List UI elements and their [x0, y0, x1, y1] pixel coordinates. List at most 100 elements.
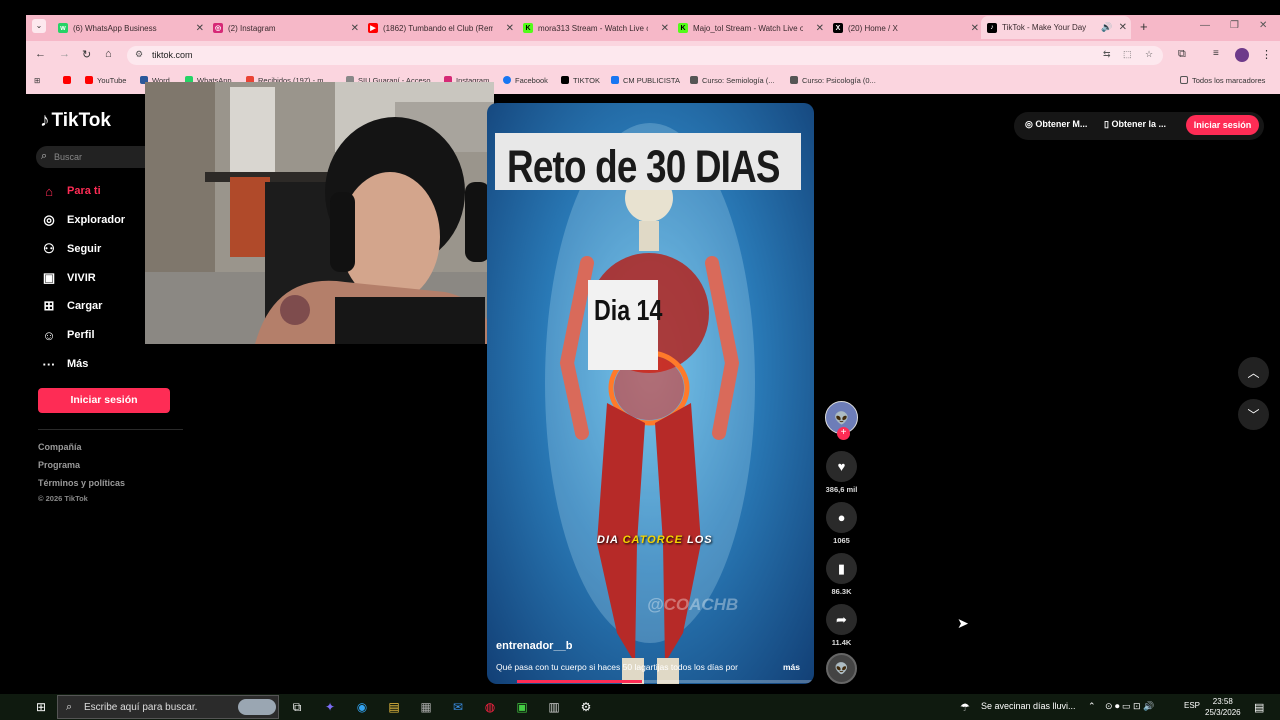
- top-login-button[interactable]: Iniciar sesión: [1186, 115, 1259, 135]
- sidebar-item-seguir[interactable]: ⚇ Seguir: [41, 241, 101, 257]
- sidebar-item-mas[interactable]: ··· Más: [41, 356, 89, 372]
- video-username[interactable]: entrenador__b: [496, 640, 572, 652]
- creator-avatar[interactable]: 👽 +: [825, 401, 858, 440]
- video-player[interactable]: Reto de 30 DIAS Dia 14 DIA CATORCE LOS @…: [487, 103, 814, 684]
- bookmark-facebook[interactable]: Facebook: [503, 74, 548, 86]
- star-icon[interactable]: ☆: [1145, 49, 1153, 60]
- mail-icon[interactable]: ✉: [448, 697, 468, 717]
- close-icon[interactable]: ✕: [1119, 22, 1127, 33]
- window-close-button[interactable]: ✕: [1259, 20, 1267, 31]
- video-progress-bar[interactable]: [517, 680, 814, 683]
- windows-start-icon[interactable]: ⊞: [31, 697, 51, 717]
- task-view-icon[interactable]: ⧉: [287, 697, 307, 717]
- profile-avatar[interactable]: [1235, 48, 1249, 62]
- new-tab-button[interactable]: +: [1140, 19, 1148, 34]
- app-icon[interactable]: ▣: [512, 697, 532, 717]
- left-black-band: [0, 0, 26, 694]
- tiktok-logo[interactable]: ♪ TikTok: [40, 110, 111, 132]
- next-video-button[interactable]: ﹀: [1238, 399, 1269, 430]
- like-action[interactable]: ♥ 386,6 mil: [826, 451, 857, 494]
- comment-action[interactable]: ● 1065: [826, 502, 857, 545]
- footer-link-programa[interactable]: Programa: [38, 460, 80, 470]
- sidebar-item-para-ti[interactable]: ⌂ Para ti: [41, 183, 101, 199]
- copilot-icon[interactable]: ✦: [320, 697, 340, 717]
- sidebar-item-perfil[interactable]: ☺ Perfil: [41, 327, 94, 343]
- audio-icon[interactable]: 🔊: [1101, 22, 1112, 33]
- bookmark-psicologia[interactable]: Curso: Psicología (0...: [790, 74, 876, 86]
- address-bar[interactable]: ⚙ tiktok.com ⇆ ⬚ ☆: [127, 46, 1163, 65]
- bookmark-semiologia[interactable]: Curso: Semiología (...: [690, 74, 775, 86]
- back-button[interactable]: ←: [35, 48, 46, 60]
- extensions-icon[interactable]: ⧉: [1178, 48, 1186, 61]
- previous-video-button[interactable]: ︿: [1238, 357, 1269, 388]
- install-app-icon[interactable]: ⬚: [1123, 49, 1132, 60]
- weather-icon[interactable]: ☂: [960, 701, 970, 714]
- bookmark-youtube[interactable]: YouTube: [85, 74, 126, 86]
- minimize-button[interactable]: —: [1200, 20, 1210, 31]
- notepad-icon[interactable]: ▥: [544, 697, 564, 717]
- tab-youtube[interactable]: ▶ (1862) Tumbando el Club (Remi ✕: [368, 18, 514, 38]
- video-more-link[interactable]: más: [783, 662, 800, 672]
- chrome-icon[interactable]: ◍: [480, 697, 500, 717]
- translate-icon[interactable]: ⇆: [1103, 49, 1111, 60]
- tab-x[interactable]: X (20) Home / X ✕: [833, 18, 979, 38]
- settings-icon[interactable]: ⚙: [576, 697, 596, 717]
- bookmark-cm-publicista[interactable]: CM PUBLICISTA: [611, 74, 680, 86]
- store-icon[interactable]: ▦: [416, 697, 436, 717]
- webcam-image: [145, 82, 494, 344]
- tray-chevron-icon[interactable]: ⌃: [1088, 701, 1096, 712]
- bookmark-action[interactable]: ▮ 86.3K: [826, 553, 857, 596]
- tab-whatsapp[interactable]: w (6) WhatsApp Business ✕: [58, 18, 204, 38]
- close-icon[interactable]: ✕: [196, 23, 204, 34]
- heart-icon[interactable]: ♥: [826, 451, 857, 482]
- share-icon[interactable]: ➦: [826, 604, 857, 635]
- tab-instagram[interactable]: ◎ (2) Instagram ✕: [213, 18, 359, 38]
- edge-icon[interactable]: ◉: [352, 697, 372, 717]
- reload-button[interactable]: ↻: [82, 48, 91, 61]
- tab-kick-mora[interactable]: K mora313 Stream - Watch Live o ✕: [523, 18, 669, 38]
- footer-link-compania[interactable]: Compañía: [38, 442, 82, 452]
- sidebar-item-cargar[interactable]: ⊞ Cargar: [41, 298, 103, 314]
- follow-plus-button[interactable]: +: [837, 427, 850, 440]
- tiktok-icon: ♪: [987, 22, 997, 33]
- taskbar-search[interactable]: ⌕ Escribe aquí para buscar.: [57, 695, 279, 719]
- media-icon[interactable]: ≡: [1213, 48, 1219, 59]
- bookmark-tiktok[interactable]: TIKTOK: [561, 74, 600, 86]
- music-disc-icon[interactable]: 👽: [826, 653, 857, 684]
- apps-icon[interactable]: ⊞: [34, 74, 40, 86]
- sidebar-item-vivir[interactable]: ▣ VIVIR: [41, 270, 96, 286]
- close-icon[interactable]: ✕: [506, 23, 514, 34]
- video-watermark: @COACHB: [647, 595, 739, 614]
- tab-tiktok[interactable]: ♪ TikTok - Make Your Day 🔊 ✕: [981, 16, 1131, 39]
- tab-search-dropdown[interactable]: ⌄: [32, 19, 46, 33]
- search-input[interactable]: ⌕ Buscar: [36, 146, 156, 168]
- sidebar-item-explorador[interactable]: ◎ Explorador: [41, 212, 125, 228]
- share-action[interactable]: ➦ 11.4K: [826, 604, 857, 647]
- close-icon[interactable]: ✕: [661, 23, 669, 34]
- screen: ⌄ w (6) WhatsApp Business ✕ ◎ (2) Instag…: [0, 0, 1280, 720]
- tray-icons[interactable]: ⊙ ⏺ ▭ ⊡ 🔊: [1105, 701, 1154, 712]
- forward-button[interactable]: →: [59, 48, 70, 60]
- language-indicator[interactable]: ESP: [1184, 701, 1200, 710]
- close-icon[interactable]: ✕: [351, 23, 359, 34]
- maximize-button[interactable]: ❐: [1230, 20, 1239, 31]
- comment-icon[interactable]: ●: [826, 502, 857, 533]
- bookmark-icon[interactable]: ▮: [826, 553, 857, 584]
- site-info-icon[interactable]: ⚙: [135, 49, 143, 60]
- get-app-button[interactable]: ▯ Obtener la ...: [1104, 119, 1166, 130]
- get-coins-button[interactable]: ◎ Obtener M...: [1025, 119, 1087, 130]
- weather-text[interactable]: Se avecinan días lluvi...: [981, 701, 1076, 711]
- file-explorer-icon[interactable]: ▤: [384, 697, 404, 717]
- notification-icon[interactable]: ▤: [1254, 701, 1264, 714]
- bookmark-youtube-shortcut[interactable]: [63, 74, 75, 86]
- live-icon: ▣: [42, 270, 56, 285]
- all-bookmarks[interactable]: Todos los marcadores: [1180, 74, 1265, 86]
- close-icon[interactable]: ✕: [971, 23, 979, 34]
- footer-link-terminos[interactable]: Términos y políticas: [38, 478, 125, 488]
- menu-icon[interactable]: ⋮: [1261, 48, 1272, 61]
- login-button[interactable]: Iniciar sesión: [38, 388, 170, 413]
- tab-kick-majo[interactable]: K Majo_tol Stream - Watch Live o ✕: [678, 18, 824, 38]
- close-icon[interactable]: ✕: [816, 23, 824, 34]
- clock[interactable]: 23:58 25/3/2026: [1205, 696, 1241, 718]
- home-icon[interactable]: ⌂: [105, 48, 112, 60]
